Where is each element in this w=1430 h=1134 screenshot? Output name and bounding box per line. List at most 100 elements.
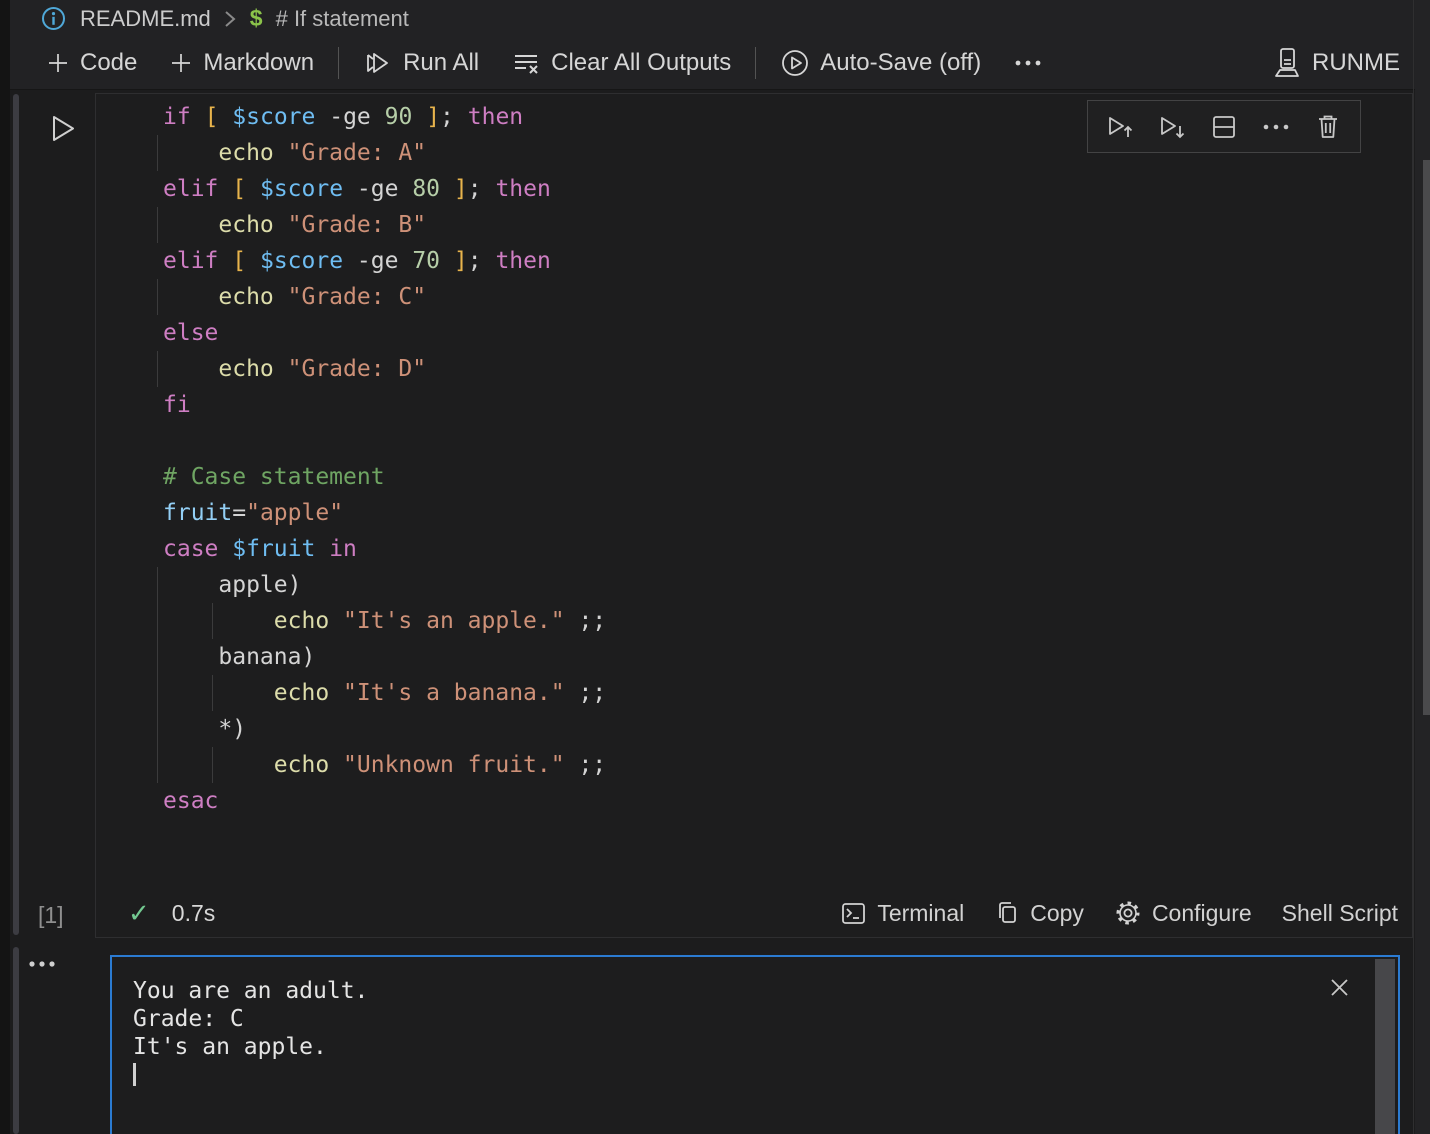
runme-brand-button[interactable]: RUNME <box>1256 43 1416 83</box>
code-line[interactable]: apple) <box>163 567 1402 603</box>
code-line[interactable]: echo "It's a banana." ;; <box>163 675 1402 711</box>
split-cell-button[interactable] <box>1202 106 1246 148</box>
status-right: Terminal Copy <box>840 899 1398 927</box>
code-line[interactable]: banana) <box>163 639 1402 675</box>
add-markdown-cell-button[interactable]: Markdown <box>153 43 330 83</box>
code-token: ; <box>468 176 496 202</box>
copy-label: Copy <box>1030 900 1084 927</box>
code-line[interactable]: elif [ $score -ge 80 ]; then <box>163 171 1402 207</box>
clear-all-outputs-icon <box>511 49 541 77</box>
code-token <box>218 176 232 202</box>
ellipsis-icon <box>1013 58 1043 68</box>
code-line[interactable]: echo "Unknown fruit." ;; <box>163 747 1402 783</box>
code-token <box>329 608 343 634</box>
code-token: elif <box>163 248 218 274</box>
code-line[interactable]: echo "It's an apple." ;; <box>163 603 1402 639</box>
code-token: ] <box>454 176 468 202</box>
code-line[interactable]: case $fruit in <box>163 531 1402 567</box>
chevron-right-icon <box>224 8 237 30</box>
cell-output-terminal[interactable]: You are an adult.Grade: CIt's an apple. <box>110 955 1400 1134</box>
output-text: You are an adult.Grade: CIt's an apple. <box>133 977 368 1089</box>
add-code-label: Code <box>80 49 137 77</box>
code-token: *) <box>163 716 246 742</box>
cell-more-button[interactable] <box>1254 106 1298 148</box>
code-token: banana) <box>163 644 315 670</box>
indent-guide <box>157 351 158 387</box>
code-token <box>274 284 288 310</box>
code-token: echo <box>274 680 329 706</box>
code-line[interactable]: # Case statement <box>163 459 1402 495</box>
delete-cell-button[interactable] <box>1306 106 1350 148</box>
code-line[interactable] <box>163 423 1402 459</box>
code-token: case <box>163 536 218 562</box>
code-token: echo <box>274 608 329 634</box>
notebook-toolbar: Code Markdown Run All <box>10 37 1430 89</box>
code-line[interactable]: fi <box>163 387 1402 423</box>
close-output-button[interactable] <box>1327 975 1352 1000</box>
toolbar-more-button[interactable] <box>997 43 1059 83</box>
code-token: ] <box>426 104 440 130</box>
output-scrollbar-thumb[interactable] <box>1375 959 1395 1134</box>
toolbar-divider <box>338 47 339 79</box>
breadcrumb-cell-title[interactable]: # If statement <box>276 6 409 32</box>
output-line: It's an apple. <box>133 1033 368 1061</box>
breadcrumb-cell-kind: $ <box>250 5 263 32</box>
page-scrollbar-thumb[interactable] <box>1423 160 1430 715</box>
code-token: ;; <box>565 680 607 706</box>
code-token: = <box>232 500 246 526</box>
info-icon <box>40 5 67 32</box>
code-token <box>412 104 426 130</box>
terminal-button[interactable]: Terminal <box>840 900 964 927</box>
code-line[interactable]: echo "Grade: D" <box>163 351 1402 387</box>
code-token <box>218 104 232 130</box>
clear-all-outputs-button[interactable]: Clear All Outputs <box>495 43 747 83</box>
copy-button[interactable]: Copy <box>994 899 1084 927</box>
code-token: "Grade: A" <box>288 140 426 166</box>
code-token: 90 <box>385 104 413 130</box>
execute-below-button[interactable] <box>1150 106 1194 148</box>
breadcrumb: README.md $ # If statement <box>10 0 1430 37</box>
indent-guide <box>212 603 213 639</box>
breadcrumb-file[interactable]: README.md <box>80 6 211 32</box>
code-token: fruit <box>163 500 232 526</box>
code-token <box>274 356 288 382</box>
code-line[interactable]: echo "Grade: C" <box>163 279 1402 315</box>
code-line[interactable]: esac <box>163 783 1402 819</box>
code-token: esac <box>163 788 218 814</box>
code-token <box>163 284 218 310</box>
output-options-button[interactable] <box>26 958 60 970</box>
code-lines: if [ $score -ge 90 ]; then echo "Grade: … <box>163 99 1402 819</box>
run-cell-button[interactable] <box>44 109 80 149</box>
code-editor[interactable]: if [ $score -ge 90 ]; then echo "Grade: … <box>163 99 1402 819</box>
code-token: 80 <box>412 176 440 202</box>
code-token: -ge <box>343 248 412 274</box>
code-line[interactable]: *) <box>163 711 1402 747</box>
run-all-button[interactable]: Run All <box>347 43 495 83</box>
copy-icon <box>994 899 1020 927</box>
cell-toolbar <box>1087 100 1361 153</box>
code-token <box>329 752 343 778</box>
language-picker[interactable]: Shell Script <box>1282 900 1398 927</box>
indent-guide <box>157 603 158 639</box>
code-token <box>329 680 343 706</box>
success-check-icon: ✓ <box>128 898 150 929</box>
code-token: "apple" <box>246 500 343 526</box>
code-token: if <box>163 104 191 130</box>
code-line[interactable]: fruit="apple" <box>163 495 1402 531</box>
execute-above-button[interactable] <box>1098 106 1142 148</box>
code-line[interactable]: else <box>163 315 1402 351</box>
code-line[interactable]: elif [ $score -ge 70 ]; then <box>163 243 1402 279</box>
code-token: [ <box>205 104 219 130</box>
code-token: 70 <box>412 248 440 274</box>
code-token: in <box>329 536 357 562</box>
output-lines: You are an adult.Grade: CIt's an apple. <box>133 977 368 1061</box>
toolbar-divider <box>755 47 756 79</box>
code-token <box>163 140 218 166</box>
auto-save-toggle[interactable]: Auto-Save (off) <box>764 43 997 83</box>
configure-button[interactable]: Configure <box>1114 899 1252 927</box>
code-token <box>191 104 205 130</box>
add-code-cell-button[interactable]: Code <box>30 43 153 83</box>
code-line[interactable]: echo "Grade: B" <box>163 207 1402 243</box>
run-all-icon <box>363 49 393 77</box>
indent-guide <box>157 567 158 603</box>
